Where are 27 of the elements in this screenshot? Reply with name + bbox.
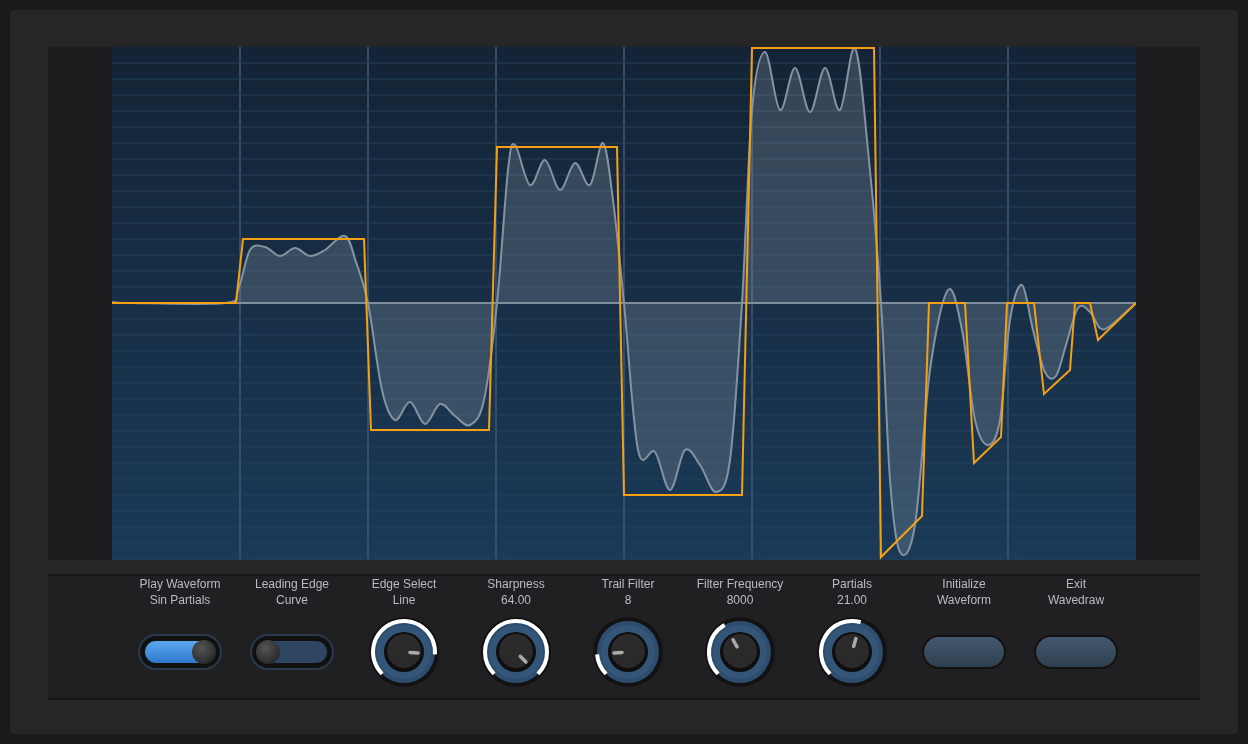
control-value: Line bbox=[392, 592, 416, 608]
control-label: Trail Filter bbox=[601, 576, 655, 592]
control-label: Sharpness bbox=[487, 576, 545, 592]
action-button[interactable] bbox=[1034, 635, 1118, 669]
control-label: Filter Frequency bbox=[696, 576, 784, 592]
rotary-knob[interactable] bbox=[368, 616, 440, 688]
control-value: 21.00 bbox=[836, 592, 867, 608]
toggle-switch[interactable] bbox=[252, 636, 332, 668]
control-label: Play Waveform bbox=[139, 576, 221, 592]
control-label: Edge Select bbox=[371, 576, 437, 592]
rotary-knob[interactable] bbox=[704, 616, 776, 688]
control-label: Partials bbox=[832, 576, 872, 592]
toggle-switch[interactable] bbox=[140, 636, 220, 668]
rotary-knob[interactable] bbox=[816, 616, 888, 688]
control-value: 64.00 bbox=[501, 592, 531, 608]
rotary-knob[interactable] bbox=[592, 616, 664, 688]
action-button[interactable] bbox=[922, 635, 1006, 669]
control-value: Wavedraw bbox=[1047, 592, 1105, 608]
control-value: 8 bbox=[624, 592, 632, 608]
control-value: Waveform bbox=[936, 592, 992, 608]
control-label: Exit bbox=[1066, 576, 1086, 592]
control-label: Leading Edge bbox=[254, 576, 330, 592]
control-value: 8000 bbox=[726, 592, 754, 608]
control-value: Sin Partials bbox=[149, 592, 211, 608]
control-value: Curve bbox=[276, 592, 308, 608]
rotary-knob[interactable] bbox=[480, 616, 552, 688]
control-label: Initialize bbox=[942, 576, 986, 592]
